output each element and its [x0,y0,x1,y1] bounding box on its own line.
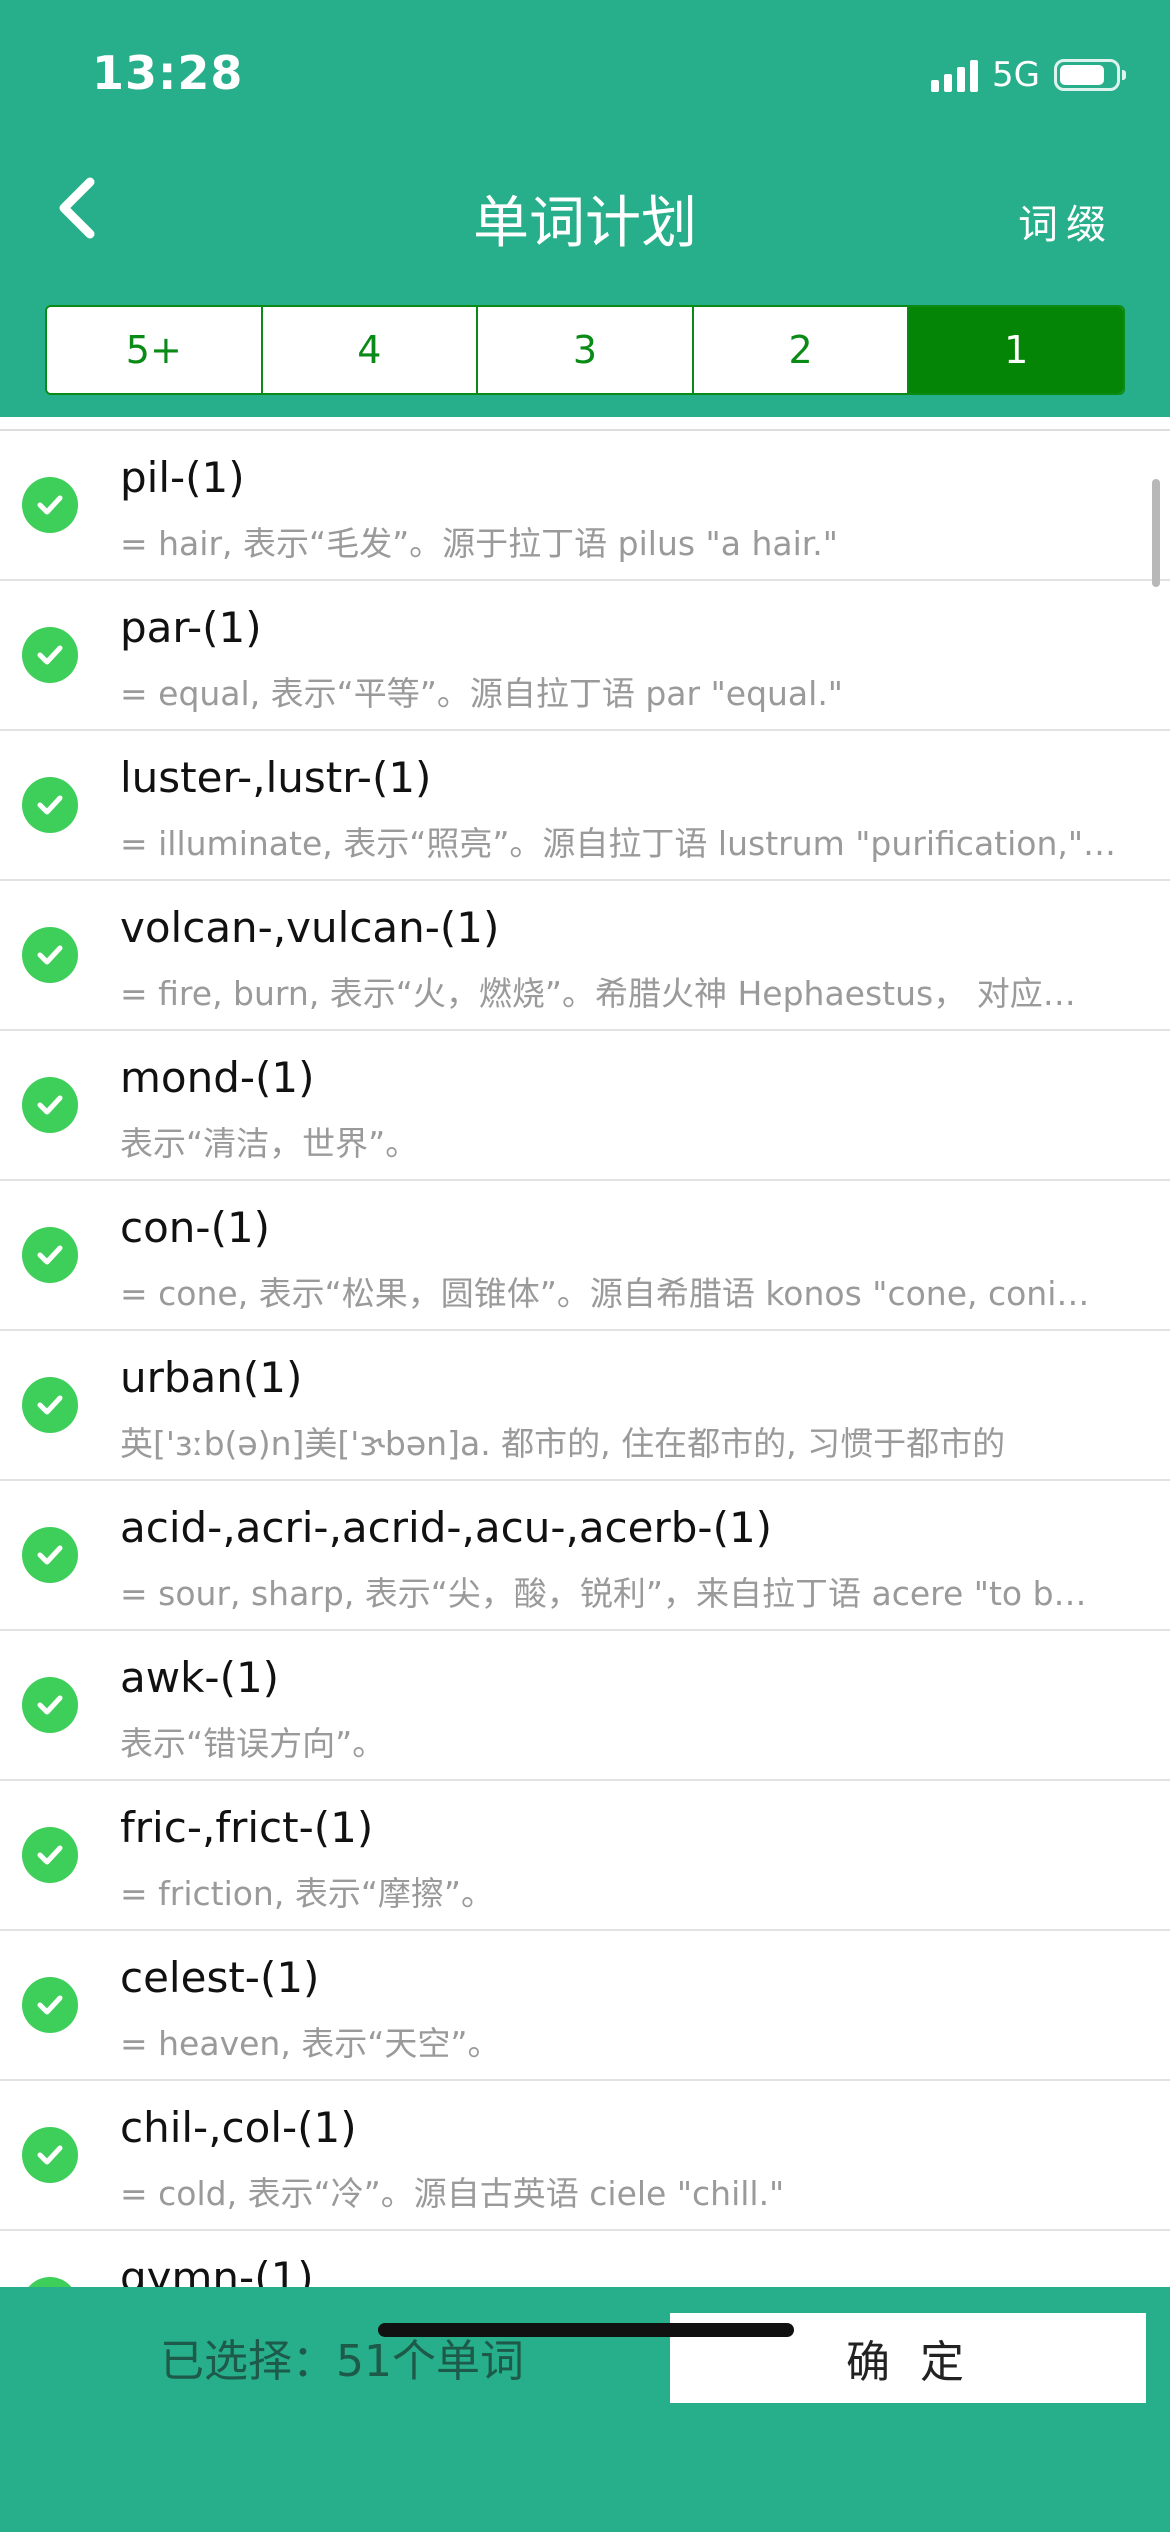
item-title: awk-(1) [120,1653,280,1702]
checkmark-icon[interactable] [22,1377,78,1433]
level-segmented-control: 5+ 4 3 2 1 [45,305,1125,395]
list-item[interactable]: fric-,frict-(1) = friction, 表示“摩擦”。 [0,1781,1170,1931]
segment-level-4[interactable]: 2 [693,307,910,393]
item-description: 表示“清洁，世界”。 [120,1124,419,1163]
word-list: pil-(1) = hair, 表示“毛发”。源于拉丁语 pilus "a hai… [0,431,1170,2287]
checkmark-icon[interactable] [22,1227,78,1283]
item-description: = sour, sharp, 表示“尖，酸，锐利”，来自拉丁语 acere "t… [120,1574,1087,1613]
segment-level-5[interactable]: 1 [909,307,1123,393]
word-list-area[interactable]: pil-(1) = hair, 表示“毛发”。源于拉丁语 pilus "a hai… [0,417,1170,2287]
list-item[interactable]: urban(1) 英['ɜːb(ə)n]美['ɝbən]a. 都市的, 住在都市的… [0,1331,1170,1481]
checkmark-icon[interactable] [22,1077,78,1133]
list-item[interactable]: awk-(1) 表示“错误方向”。 [0,1631,1170,1781]
network-label: 5G [992,55,1040,95]
checkmark-icon[interactable] [22,1977,78,2033]
item-description: = heaven, 表示“天空”。 [120,2024,501,2063]
item-description: 英['ɜːb(ə)n]美['ɝbən]a. 都市的, 住在都市的, 习惯于都市的 [120,1424,1006,1463]
item-description: = illuminate, 表示“照亮”。源自拉丁语 lustrum "puri… [120,824,1117,863]
battery-icon [1054,59,1126,91]
item-description: = cold, 表示“冷”。源自古英语 ciele "chill." [120,2174,785,2213]
list-item[interactable]: mond-(1) 表示“清洁，世界”。 [0,1031,1170,1181]
item-description: = equal, 表示“平等”。源自拉丁语 par "equal." [120,674,843,713]
item-title: con-(1) [120,1203,271,1252]
item-title: volcan-,vulcan-(1) [120,903,500,952]
checkmark-icon[interactable] [22,1827,78,1883]
page-title: 单词计划 [473,191,697,256]
checkmark-icon[interactable] [22,927,78,983]
segment-level-2[interactable]: 4 [262,307,479,393]
item-title: celest-(1) [120,1953,320,2002]
list-item[interactable]: con-(1) = cone, 表示“松果，圆锥体”。源自希腊语 konos "c… [0,1181,1170,1331]
home-indicator [378,2323,794,2337]
item-title: gymn-(1) [120,2253,314,2287]
checkmark-icon[interactable] [22,477,78,533]
status-bar: 13:28 5G [0,0,1170,140]
scrollbar[interactable] [1152,479,1160,587]
list-item[interactable]: luster-,lustr-(1) = illuminate, 表示“照亮”。源自… [0,731,1170,881]
checkmark-icon[interactable] [22,1527,78,1583]
checkmark-icon[interactable] [22,1677,78,1733]
item-title: acid-,acri-,acrid-,acu-,acerb-(1) [120,1503,773,1552]
status-icons: 5G [931,52,1126,98]
item-title: fric-,frict-(1) [120,1803,374,1852]
checkmark-icon[interactable] [22,2127,78,2183]
item-description: 表示“错误方向”。 [120,1724,386,1763]
signal-icon [931,58,979,92]
list-item[interactable]: acid-,acri-,acrid-,acu-,acerb-(1) = sour,… [0,1481,1170,1631]
list-item[interactable]: pil-(1) = hair, 表示“毛发”。源于拉丁语 pilus "a hai… [0,431,1170,581]
checkmark-icon[interactable] [22,627,78,683]
segment-level-1[interactable]: 5+ [47,307,263,393]
list-item[interactable]: chil-,col-(1) = cold, 表示“冷”。源自古英语 ciele "… [0,2081,1170,2231]
item-description: = cone, 表示“松果，圆锥体”。源自希腊语 konos "cone, co… [120,1274,1090,1313]
status-time: 13:28 [92,46,244,100]
item-title: mond-(1) [120,1053,315,1102]
list-item[interactable]: celest-(1) = heaven, 表示“天空”。 [0,1931,1170,2081]
item-description: = hair, 表示“毛发”。源于拉丁语 pilus "a hair." [120,524,838,563]
header-area: 13:28 5G 单词计划 词缀 5+ 4 3 2 1 [0,0,1170,417]
item-title: luster-,lustr-(1) [120,753,432,802]
list-item[interactable]: par-(1) = equal, 表示“平等”。源自拉丁语 par "equal.… [0,581,1170,731]
item-description: = friction, 表示“摩擦”。 [120,1874,495,1913]
checkmark-icon[interactable] [22,777,78,833]
checkmark-icon[interactable] [22,2277,78,2287]
item-title: chil-,col-(1) [120,2103,357,2152]
list-item[interactable]: volcan-,vulcan-(1) = fire, burn, 表示“火，燃烧”… [0,881,1170,1031]
list-item[interactable]: gymn-(1) [0,2231,1170,2287]
item-title: urban(1) [120,1353,303,1402]
item-title: pil-(1) [120,453,245,502]
segment-level-3[interactable]: 3 [478,307,694,393]
item-title: par-(1) [120,603,262,652]
item-description: = fire, burn, 表示“火，燃烧”。希腊火神 Hephaestus， … [120,974,1076,1013]
affix-button[interactable]: 词缀 [1018,192,1114,250]
nav-bar: 单词计划 词缀 [0,150,1170,270]
